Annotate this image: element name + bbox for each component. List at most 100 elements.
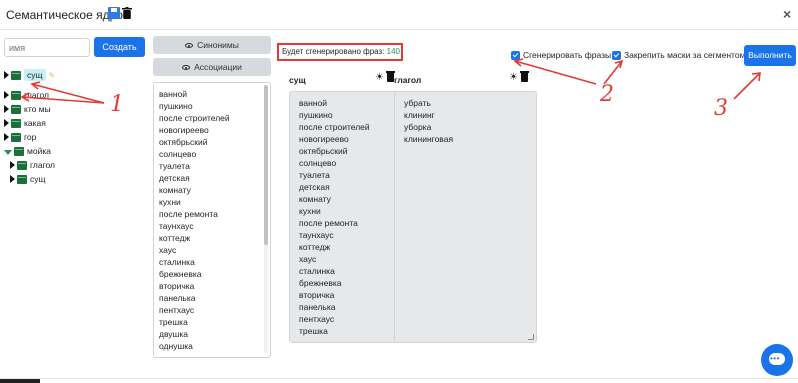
checkbox-checked-icon[interactable]: [612, 50, 621, 60]
synonyms-label: Синонимы: [197, 40, 239, 50]
segment-textarea-glagol[interactable]: убрать клининг уборка клининговая: [394, 91, 537, 343]
word-line: солнцево: [159, 149, 197, 159]
tree-item-label[interactable]: глагол: [30, 160, 55, 170]
word-line: после ремонта: [299, 218, 358, 228]
word-line: комнату: [159, 185, 191, 195]
bottom-divider: [0, 378, 798, 379]
word-line: трешка: [159, 317, 188, 327]
chevron-right-icon[interactable]: [4, 71, 9, 79]
chevron-right-icon[interactable]: [10, 161, 15, 169]
folder-icon: [11, 118, 21, 128]
word-line: ванной: [159, 89, 188, 99]
tree-item-kakaya[interactable]: какая: [4, 116, 46, 130]
tree-item-moyka[interactable]: мойка: [4, 144, 51, 158]
word-line: однушка: [159, 341, 193, 351]
word-line: брежневка: [159, 269, 202, 279]
chevron-right-icon[interactable]: [4, 91, 9, 99]
word-line: октябрьский: [299, 146, 348, 156]
column-title: сущ: [289, 75, 306, 85]
chevron-right-icon[interactable]: [4, 105, 9, 113]
column-actions: ☀: [509, 71, 529, 83]
checkbox-checked-icon[interactable]: [511, 50, 520, 60]
modal-header: Семантическое ядро ×: [0, 0, 798, 30]
resize-handle[interactable]: [528, 334, 534, 340]
trash-icon[interactable]: [519, 71, 529, 82]
synonyms-button[interactable]: Синонимы: [153, 36, 271, 54]
associations-button[interactable]: Ассоциации: [153, 58, 271, 76]
tree-item-moyka-sush[interactable]: сущ: [10, 172, 46, 186]
tree-item-label[interactable]: глагол: [24, 90, 49, 100]
word-line: вторичка: [159, 281, 195, 291]
tree-item-label[interactable]: гор: [24, 132, 36, 142]
tree-item-label[interactable]: кто мы: [24, 104, 51, 114]
scrollbar[interactable]: [264, 85, 268, 353]
tree-item-label[interactable]: мойка: [27, 146, 51, 156]
folder-icon: [17, 160, 27, 170]
word-line: кухни: [159, 197, 181, 207]
eye-icon: [185, 43, 194, 49]
phrase-count: Будет сгенерировано фраз: 140: [277, 43, 403, 61]
tree-item-label[interactable]: сущ: [24, 69, 46, 81]
word-line: пушкино: [159, 101, 193, 111]
sun-icon[interactable]: ☀: [509, 72, 518, 83]
chevron-right-icon[interactable]: [10, 175, 15, 183]
chevron-right-icon[interactable]: [4, 119, 9, 127]
tree-item-gor[interactable]: гор: [4, 130, 36, 144]
generate-phrases-label[interactable]: Сгенерировать фразы: [523, 50, 611, 60]
word-line: двушка: [159, 329, 188, 339]
tree-item-label[interactable]: какая: [24, 118, 46, 128]
associations-label: Ассоциации: [194, 62, 242, 72]
word-line: кухни: [299, 206, 321, 216]
word-line: клининговая: [404, 134, 454, 144]
word-line: уборка: [404, 122, 432, 132]
word-line: трешка: [299, 326, 328, 336]
word-line: пентхаус: [159, 305, 195, 315]
tree-item-label[interactable]: сущ: [30, 174, 46, 184]
lock-masks-label[interactable]: Закрепить маски за сегментом: [624, 50, 745, 60]
generate-phrases-checkbox[interactable]: Сгенерировать фразы: [511, 50, 611, 60]
word-line: панелька: [299, 302, 336, 312]
word-line: после строителей: [299, 122, 370, 132]
scrollbar-thumb[interactable]: [264, 85, 268, 245]
modal-title: Семантическое ядро: [6, 8, 123, 22]
lock-masks-checkbox[interactable]: Закрепить маски за сегментом: [612, 50, 745, 60]
save-icon[interactable]: [108, 7, 120, 19]
phrase-count-label: Будет сгенерировано фраз:: [282, 47, 385, 56]
words-textarea[interactable]: ванной пушкино после строителей новогире…: [153, 82, 271, 358]
run-button[interactable]: Выполнить: [744, 45, 796, 66]
word-line: таунхаус: [299, 230, 334, 240]
word-line: клининг: [404, 110, 435, 120]
word-line: убрать: [404, 98, 431, 108]
word-line: ванной: [299, 98, 328, 108]
word-line: хаус: [299, 254, 317, 264]
chevron-right-icon[interactable]: [4, 133, 9, 141]
trash-icon[interactable]: [122, 7, 132, 19]
trash-icon[interactable]: [385, 71, 395, 82]
chevron-down-icon[interactable]: [4, 149, 12, 155]
sun-icon[interactable]: ☀: [375, 72, 384, 83]
word-line: хаус: [159, 245, 177, 255]
tree-item-kto-my[interactable]: кто мы: [4, 102, 51, 116]
create-button[interactable]: Создать: [94, 37, 145, 57]
word-line: таунхаус: [159, 221, 194, 231]
folder-icon: [11, 132, 21, 142]
close-icon[interactable]: ×: [783, 6, 791, 22]
annotation-number: 3: [714, 96, 728, 121]
pencil-icon[interactable]: ✎: [49, 71, 56, 80]
chat-widget-button[interactable]: [761, 344, 793, 376]
column-actions: ☀: [375, 71, 395, 83]
phrase-count-value: 140: [386, 47, 400, 56]
segment-textarea-sush[interactable]: ванной пушкино после строителей новогире…: [289, 91, 403, 343]
name-input[interactable]: [4, 38, 90, 57]
word-line: панелька: [159, 293, 196, 303]
eye-icon: [182, 65, 191, 71]
folder-icon: [14, 146, 24, 156]
word-line: сталинка: [159, 257, 195, 267]
annotation-number: 1: [110, 92, 124, 117]
word-line: октябрьский: [159, 137, 208, 147]
tree-item-sush[interactable]: сущ ✎: [4, 68, 55, 82]
word-line: после ремонта: [159, 209, 218, 219]
word-line: после строителей: [159, 113, 230, 123]
tree-item-moyka-glagol[interactable]: глагол: [10, 158, 55, 172]
tree-item-glagol[interactable]: глагол: [4, 88, 49, 102]
